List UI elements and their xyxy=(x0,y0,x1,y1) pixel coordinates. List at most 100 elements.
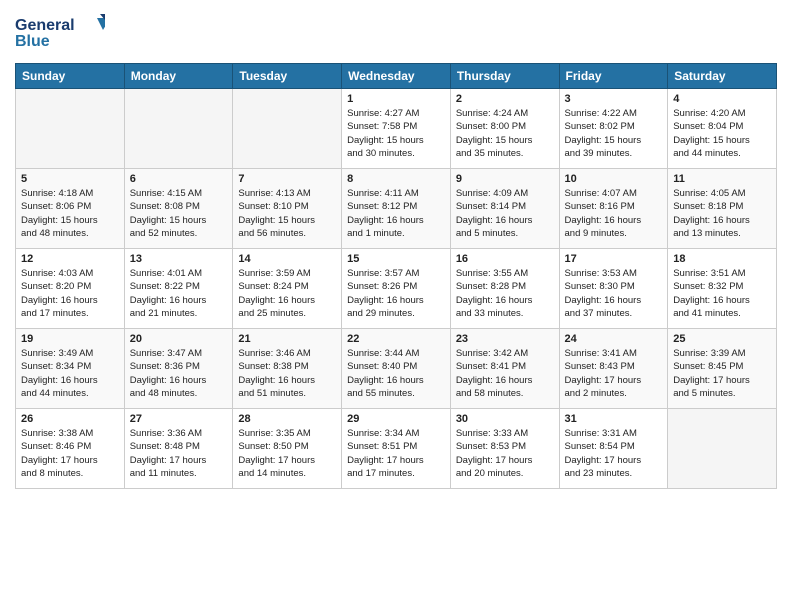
calendar-week-row: 12 Sunrise: 4:03 AM Sunset: 8:20 PM Dayli… xyxy=(16,249,777,329)
header: General Blue xyxy=(15,10,777,55)
calendar-day-cell: 30 Sunrise: 3:33 AM Sunset: 8:53 PM Dayli… xyxy=(450,409,559,489)
day-number: 14 xyxy=(238,253,336,265)
calendar-day-header: Saturday xyxy=(668,64,777,89)
day-info: Sunrise: 4:20 AM Sunset: 8:04 PM Dayligh… xyxy=(673,107,771,160)
day-number: 19 xyxy=(21,333,119,345)
calendar-day-cell: 27Sunrise: 3:36 AM Sunset: 8:48 PM Dayli… xyxy=(124,409,233,489)
day-info: Sunrise: 3:51 AM Sunset: 8:32 PM Dayligh… xyxy=(673,267,771,320)
day-info: Sunrise: 4:27 AM Sunset: 7:58 PM Dayligh… xyxy=(347,107,445,160)
calendar-day-cell: 31Sunrise: 3:31 AM Sunset: 8:54 PM Dayli… xyxy=(559,409,668,489)
day-number: 8 xyxy=(347,173,445,185)
day-info: Sunrise: 3:31 AM Sunset: 8:54 PM Dayligh… xyxy=(565,427,663,480)
calendar-day-cell: 16Sunrise: 3:55 AM Sunset: 8:28 PM Dayli… xyxy=(450,249,559,329)
day-info: Sunrise: 4:11 AM Sunset: 8:12 PM Dayligh… xyxy=(347,187,445,240)
calendar-day-header: Tuesday xyxy=(233,64,342,89)
day-info: Sunrise: 4:18 AM Sunset: 8:06 PM Dayligh… xyxy=(21,187,119,240)
day-info: Sunrise: 4:05 AM Sunset: 8:18 PM Dayligh… xyxy=(673,187,771,240)
svg-text:Blue: Blue xyxy=(15,33,50,50)
calendar-day-cell: 8 Sunrise: 4:11 AM Sunset: 8:12 PM Daylig… xyxy=(342,169,451,249)
calendar-day-cell: 17 Sunrise: 3:53 AM Sunset: 8:30 PM Dayli… xyxy=(559,249,668,329)
day-info: Sunrise: 3:59 AM Sunset: 8:24 PM Dayligh… xyxy=(238,267,336,320)
day-number: 4 xyxy=(673,93,771,105)
day-number: 10 xyxy=(565,173,663,185)
day-number: 29 xyxy=(347,413,445,425)
calendar-day-cell: 2 Sunrise: 4:24 AM Sunset: 8:00 PM Daylig… xyxy=(450,89,559,169)
day-number: 27 xyxy=(130,413,228,425)
calendar-day-header: Monday xyxy=(124,64,233,89)
calendar-day-cell: 13 Sunrise: 4:01 AM Sunset: 8:22 PM Dayli… xyxy=(124,249,233,329)
day-number: 12 xyxy=(21,253,119,265)
day-info: Sunrise: 4:09 AM Sunset: 8:14 PM Dayligh… xyxy=(456,187,554,240)
day-number: 6 xyxy=(130,173,228,185)
day-info: Sunrise: 3:41 AM Sunset: 8:43 PM Dayligh… xyxy=(565,347,663,400)
calendar-day-cell xyxy=(124,89,233,169)
day-info: Sunrise: 3:42 AM Sunset: 8:41 PM Dayligh… xyxy=(456,347,554,400)
day-info: Sunrise: 4:24 AM Sunset: 8:00 PM Dayligh… xyxy=(456,107,554,160)
day-number: 17 xyxy=(565,253,663,265)
day-info: Sunrise: 3:46 AM Sunset: 8:38 PM Dayligh… xyxy=(238,347,336,400)
calendar-day-cell: 18 Sunrise: 3:51 AM Sunset: 8:32 PM Dayli… xyxy=(668,249,777,329)
calendar-day-cell: 14 Sunrise: 3:59 AM Sunset: 8:24 PM Dayli… xyxy=(233,249,342,329)
logo-icon: General Blue xyxy=(15,10,105,50)
day-number: 18 xyxy=(673,253,771,265)
calendar-day-cell: 3 Sunrise: 4:22 AM Sunset: 8:02 PM Daylig… xyxy=(559,89,668,169)
day-number: 2 xyxy=(456,93,554,105)
calendar-day-cell: 15 Sunrise: 3:57 AM Sunset: 8:26 PM Dayli… xyxy=(342,249,451,329)
svg-text:General: General xyxy=(15,17,75,34)
calendar-day-cell: 19Sunrise: 3:49 AM Sunset: 8:34 PM Dayli… xyxy=(16,329,125,409)
day-info: Sunrise: 3:53 AM Sunset: 8:30 PM Dayligh… xyxy=(565,267,663,320)
day-number: 28 xyxy=(238,413,336,425)
calendar-day-cell: 25Sunrise: 3:39 AM Sunset: 8:45 PM Dayli… xyxy=(668,329,777,409)
page: General Blue SundayMondayTuesdayWednesda… xyxy=(0,0,792,612)
day-number: 3 xyxy=(565,93,663,105)
day-number: 11 xyxy=(673,173,771,185)
day-info: Sunrise: 4:03 AM Sunset: 8:20 PM Dayligh… xyxy=(21,267,119,320)
calendar-header-row: SundayMondayTuesdayWednesdayThursdayFrid… xyxy=(16,64,777,89)
day-number: 20 xyxy=(130,333,228,345)
calendar-day-cell: 20 Sunrise: 3:47 AM Sunset: 8:36 PM Dayli… xyxy=(124,329,233,409)
calendar-day-cell: 5 Sunrise: 4:18 AM Sunset: 8:06 PM Daylig… xyxy=(16,169,125,249)
day-number: 7 xyxy=(238,173,336,185)
day-info: Sunrise: 3:47 AM Sunset: 8:36 PM Dayligh… xyxy=(130,347,228,400)
day-number: 25 xyxy=(673,333,771,345)
day-info: Sunrise: 3:34 AM Sunset: 8:51 PM Dayligh… xyxy=(347,427,445,480)
day-number: 30 xyxy=(456,413,554,425)
day-info: Sunrise: 3:44 AM Sunset: 8:40 PM Dayligh… xyxy=(347,347,445,400)
calendar-day-cell xyxy=(668,409,777,489)
calendar-day-cell: 12 Sunrise: 4:03 AM Sunset: 8:20 PM Dayli… xyxy=(16,249,125,329)
day-info: Sunrise: 4:22 AM Sunset: 8:02 PM Dayligh… xyxy=(565,107,663,160)
calendar-day-cell: 4 Sunrise: 4:20 AM Sunset: 8:04 PM Daylig… xyxy=(668,89,777,169)
calendar-day-cell: 22 Sunrise: 3:44 AM Sunset: 8:40 PM Dayli… xyxy=(342,329,451,409)
day-number: 15 xyxy=(347,253,445,265)
day-number: 1 xyxy=(347,93,445,105)
calendar-day-cell: 24 Sunrise: 3:41 AM Sunset: 8:43 PM Dayli… xyxy=(559,329,668,409)
calendar-day-cell: 9 Sunrise: 4:09 AM Sunset: 8:14 PM Daylig… xyxy=(450,169,559,249)
calendar-day-cell: 29 Sunrise: 3:34 AM Sunset: 8:51 PM Dayli… xyxy=(342,409,451,489)
calendar-day-cell: 26Sunrise: 3:38 AM Sunset: 8:46 PM Dayli… xyxy=(16,409,125,489)
day-number: 13 xyxy=(130,253,228,265)
calendar-day-cell: 7 Sunrise: 4:13 AM Sunset: 8:10 PM Daylig… xyxy=(233,169,342,249)
calendar-day-cell: 6 Sunrise: 4:15 AM Sunset: 8:08 PM Daylig… xyxy=(124,169,233,249)
calendar-day-header: Friday xyxy=(559,64,668,89)
calendar-day-cell: 11 Sunrise: 4:05 AM Sunset: 8:18 PM Dayli… xyxy=(668,169,777,249)
day-info: Sunrise: 3:57 AM Sunset: 8:26 PM Dayligh… xyxy=(347,267,445,320)
day-info: Sunrise: 4:07 AM Sunset: 8:16 PM Dayligh… xyxy=(565,187,663,240)
day-info: Sunrise: 4:15 AM Sunset: 8:08 PM Dayligh… xyxy=(130,187,228,240)
day-number: 9 xyxy=(456,173,554,185)
calendar-day-header: Sunday xyxy=(16,64,125,89)
calendar-day-header: Wednesday xyxy=(342,64,451,89)
calendar-week-row: 19Sunrise: 3:49 AM Sunset: 8:34 PM Dayli… xyxy=(16,329,777,409)
day-info: Sunrise: 4:13 AM Sunset: 8:10 PM Dayligh… xyxy=(238,187,336,240)
day-info: Sunrise: 3:38 AM Sunset: 8:46 PM Dayligh… xyxy=(21,427,119,480)
calendar-week-row: 5 Sunrise: 4:18 AM Sunset: 8:06 PM Daylig… xyxy=(16,169,777,249)
calendar-day-cell: 1 Sunrise: 4:27 AM Sunset: 7:58 PM Daylig… xyxy=(342,89,451,169)
day-number: 22 xyxy=(347,333,445,345)
calendar-day-header: Thursday xyxy=(450,64,559,89)
day-number: 24 xyxy=(565,333,663,345)
day-number: 5 xyxy=(21,173,119,185)
day-info: Sunrise: 4:01 AM Sunset: 8:22 PM Dayligh… xyxy=(130,267,228,320)
calendar-day-cell xyxy=(16,89,125,169)
calendar-table: SundayMondayTuesdayWednesdayThursdayFrid… xyxy=(15,63,777,489)
day-info: Sunrise: 3:33 AM Sunset: 8:53 PM Dayligh… xyxy=(456,427,554,480)
calendar-day-cell xyxy=(233,89,342,169)
